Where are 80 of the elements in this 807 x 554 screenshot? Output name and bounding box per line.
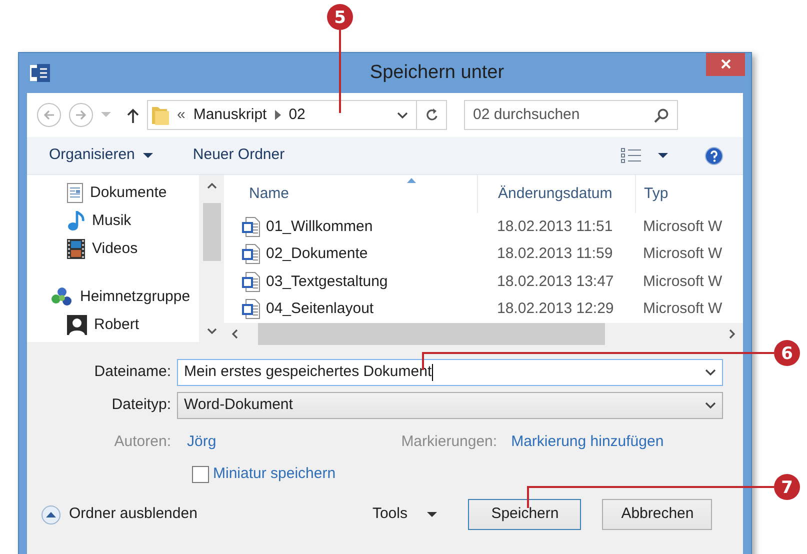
hide-folders-link[interactable]: Ordner ausblenden xyxy=(69,503,198,526)
chevron-down-icon[interactable] xyxy=(705,369,716,376)
word-document-icon xyxy=(242,216,260,237)
organize-menu[interactable]: Organisieren xyxy=(49,144,153,167)
filename-field[interactable]: Mein erstes gespeichertes Dokument xyxy=(177,359,723,386)
file-type-dropdown[interactable]: Word-Dokument xyxy=(177,392,723,419)
word-icon xyxy=(30,64,50,82)
word-document-icon xyxy=(242,244,260,264)
folder-icon xyxy=(152,105,169,125)
sidebar-item[interactable]: Heimnetzgruppe xyxy=(80,286,190,308)
authors-link[interactable]: Jörg xyxy=(187,430,216,454)
close-button[interactable] xyxy=(706,53,745,76)
user-icon xyxy=(67,315,87,335)
table-cell-text: 18.02.2013 11:59 xyxy=(496,244,614,264)
scroll-up-icon[interactable] xyxy=(206,183,216,189)
field-label: Dateiname: xyxy=(93,362,172,382)
tools-menu[interactable]: Tools xyxy=(372,503,438,526)
collapse-icon[interactable] xyxy=(41,504,61,524)
tags-link[interactable]: Markierung hinzufügen xyxy=(511,430,664,454)
up-arrow-icon[interactable] xyxy=(127,108,139,122)
scroll-left-icon[interactable] xyxy=(232,329,238,339)
table-cell-text: Microsoft W xyxy=(642,216,724,236)
homegroup-icon xyxy=(51,287,73,307)
scrollbar-thumb[interactable] xyxy=(258,323,605,345)
sidebar-item[interactable]: Dokumente xyxy=(90,182,167,204)
table-cell-text: 18.02.2013 13:47 xyxy=(496,272,615,292)
forward-arrow-icon xyxy=(74,108,88,122)
table-cell-text: 18.02.2013 12:29 xyxy=(496,299,615,319)
search-field[interactable]: 02 durchsuchen xyxy=(464,100,678,130)
chevron-down-icon[interactable] xyxy=(705,402,716,409)
sort-indicator-icon xyxy=(407,178,416,183)
dropdown-icon[interactable] xyxy=(658,152,668,158)
refresh-icon[interactable] xyxy=(424,108,438,122)
file-name[interactable]: 03_Textgestaltung xyxy=(266,270,388,293)
sidebar-item[interactable]: Robert xyxy=(94,314,140,336)
field-label: Autoren: xyxy=(113,432,172,452)
new-folder-button[interactable]: Neuer Ordner xyxy=(192,144,285,167)
file-name[interactable]: 04_Seitenlayout xyxy=(266,298,374,320)
sidebar-item[interactable]: Videos xyxy=(92,238,138,260)
field-label: Markierungen: xyxy=(401,432,498,452)
checkbox[interactable] xyxy=(192,466,209,482)
scroll-down-icon[interactable] xyxy=(206,328,216,334)
close-icon xyxy=(720,58,732,70)
music-note-icon xyxy=(67,211,85,231)
caret-icon xyxy=(142,152,153,158)
scroll-right-icon[interactable] xyxy=(729,329,735,339)
table-cell-text: Microsoft W xyxy=(642,299,724,319)
document-icon xyxy=(67,183,83,203)
checkbox-label[interactable]: Miniatur speichern xyxy=(213,462,336,486)
field-label: Dateityp: xyxy=(110,395,172,416)
address-bar[interactable]: « Manuskript 02 xyxy=(147,100,447,130)
callout-badge: 7 xyxy=(774,474,800,500)
column-header[interactable]: Typ xyxy=(635,175,743,213)
help-icon[interactable] xyxy=(705,146,723,164)
scrollbar-thumb[interactable] xyxy=(202,203,220,261)
file-name[interactable]: 01_Willkommen xyxy=(266,216,373,238)
breadcrumb-arrow-icon[interactable] xyxy=(274,110,281,120)
window-title: Speichern unter xyxy=(370,60,504,85)
column-header[interactable]: Name xyxy=(224,182,477,206)
breadcrumb[interactable]: Manuskript xyxy=(193,104,267,126)
table-cell-text: Microsoft W xyxy=(642,244,724,264)
table-cell-text: Microsoft W xyxy=(642,272,724,292)
back-arrow-icon xyxy=(42,108,56,122)
search-icon[interactable] xyxy=(654,108,669,122)
callout-badge: 5 xyxy=(327,4,353,30)
view-options-icon[interactable] xyxy=(620,147,642,164)
table-cell-text: 18.02.2013 11:51 xyxy=(496,216,614,236)
breadcrumb[interactable]: 02 xyxy=(288,104,306,126)
sidebar-item[interactable]: Musik xyxy=(92,210,132,232)
word-document-icon xyxy=(242,299,260,320)
overflow-chevron[interactable]: « xyxy=(177,104,186,126)
cancel-button[interactable]: Abbrechen xyxy=(602,499,712,530)
chevron-down-icon[interactable] xyxy=(397,112,408,118)
callout-badge: 6 xyxy=(774,340,800,366)
file-name[interactable]: 02_Dokumente xyxy=(266,243,368,266)
word-document-icon xyxy=(242,272,260,292)
column-header[interactable]: Änderungsdatum xyxy=(477,175,635,213)
film-icon xyxy=(67,239,85,259)
save-button[interactable]: Speichern xyxy=(468,499,582,530)
caret-icon xyxy=(427,512,438,518)
